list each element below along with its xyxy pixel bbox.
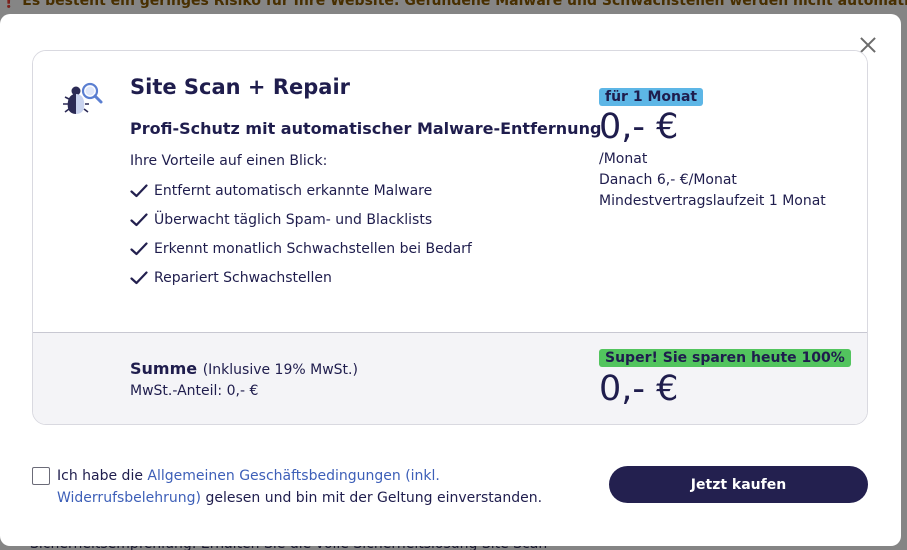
vat-amount: MwSt.-Anteil: 0,- € bbox=[130, 383, 259, 399]
total-price: 0,- € bbox=[599, 369, 679, 409]
list-item: Entfernt automatisch erkannte Malware bbox=[130, 183, 472, 212]
purchase-modal: Site Scan + Repair Profi-Schutz mit auto… bbox=[0, 14, 901, 546]
list-item: Überwacht täglich Spam- und Blacklists bbox=[130, 212, 472, 241]
check-icon bbox=[130, 271, 148, 285]
benefit-label: Überwacht täglich Spam- und Blacklists bbox=[154, 212, 433, 228]
buy-button[interactable]: Jetzt kaufen bbox=[609, 466, 868, 503]
savings-badge: Super! Sie sparen heute 100% bbox=[599, 349, 851, 367]
benefit-label: Erkennt monatlich Schwachstellen bei Bed… bbox=[154, 241, 472, 257]
list-item: Repariert Schwachstellen bbox=[130, 270, 472, 299]
check-icon bbox=[130, 184, 148, 198]
summary-section: Summe (Inklusive 19% MwSt.) MwSt.-Anteil… bbox=[33, 332, 867, 424]
price: 0,- € bbox=[599, 107, 679, 147]
product-subtitle: Profi-Schutz mit automatischer Malware-E… bbox=[130, 119, 602, 138]
benefits-list: Entfernt automatisch erkannte Malware Üb… bbox=[130, 183, 472, 299]
bug-magnifier-icon bbox=[63, 82, 103, 114]
price-per-month: /Monat bbox=[599, 151, 648, 167]
sum-label: Summe (Inklusive 19% MwSt.) bbox=[130, 359, 358, 378]
product-card: Site Scan + Repair Profi-Schutz mit auto… bbox=[32, 50, 868, 425]
list-item: Erkennt monatlich Schwachstellen bei Bed… bbox=[130, 241, 472, 270]
terms-checkbox[interactable] bbox=[32, 467, 50, 485]
vat-note: (Inklusive 19% MwSt.) bbox=[202, 362, 358, 378]
product-details: Site Scan + Repair Profi-Schutz mit auto… bbox=[33, 51, 867, 332]
terms-text: Ich habe die Allgemeinen Geschäftsbeding… bbox=[57, 465, 577, 509]
price-after: Danach 6,- €/Monat bbox=[599, 172, 737, 188]
check-icon bbox=[130, 242, 148, 256]
check-icon bbox=[130, 213, 148, 227]
period-badge: für 1 Monat bbox=[599, 88, 704, 106]
sum-title: Summe bbox=[130, 359, 198, 378]
product-title: Site Scan + Repair bbox=[130, 75, 350, 99]
terms-suffix: gelesen und bin mit der Geltung einverst… bbox=[201, 490, 543, 506]
benefits-heading: Ihre Vorteile auf einen Blick: bbox=[130, 153, 328, 169]
terms-prefix: Ich habe die bbox=[57, 468, 148, 484]
benefit-label: Repariert Schwachstellen bbox=[154, 270, 332, 286]
minimum-term: Mindestvertragslaufzeit 1 Monat bbox=[599, 193, 826, 209]
benefit-label: Entfernt automatisch erkannte Malware bbox=[154, 183, 433, 199]
